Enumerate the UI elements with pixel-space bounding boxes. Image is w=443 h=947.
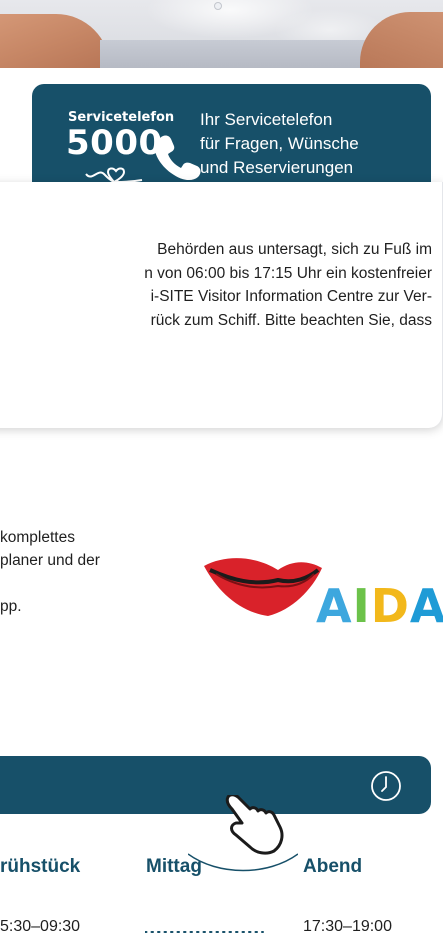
- info-line: n von 06:00 bis 17:15 Uhr ein kostenfrei…: [144, 264, 432, 282]
- hero-photo: [0, 0, 443, 68]
- app-line: komplettes: [0, 529, 75, 546]
- app-description: komplettes planer und der pp.: [0, 526, 170, 618]
- hand-pointer-icon: [225, 795, 284, 855]
- service-description: Ihr Servicetelefon für Fragen, Wünsche u…: [200, 108, 420, 180]
- aida-letter: A: [409, 579, 443, 633]
- heart-swirl-icon: [85, 167, 143, 184]
- service-line: Ihr Servicetelefon: [200, 110, 333, 129]
- header-lunch: Mittag: [146, 856, 202, 877]
- aida-letter: A: [316, 579, 353, 633]
- aida-letter: D: [370, 579, 410, 633]
- header-dinner: Abend: [303, 856, 363, 877]
- info-line: rück zum Schiff. Bitte beachten Sie, das…: [150, 311, 432, 329]
- opening-hours-bar[interactable]: [0, 756, 431, 814]
- service-line: für Fragen, Wünsche: [200, 134, 359, 153]
- value-breakfast: 5:30–09:30: [0, 918, 81, 935]
- value-dinner: 17:30–19:00: [303, 918, 392, 935]
- info-text: Behörden aus untersagt, sich zu Fuß im n…: [0, 238, 432, 332]
- info-line: Behörden aus untersagt, sich zu Fuß im: [157, 241, 432, 258]
- lunch-dotted-placeholder: [145, 931, 264, 933]
- clock-icon: [371, 771, 401, 801]
- app-line: planer und der: [0, 552, 100, 569]
- app-line: pp.: [0, 598, 22, 615]
- info-card: Behörden aus untersagt, sich zu Fuß im n…: [0, 182, 443, 428]
- phone-icon: [154, 135, 201, 181]
- header-breakfast: rühstück: [0, 856, 81, 877]
- service-line: und Reservierungen: [200, 158, 354, 177]
- app-line-empty: [0, 572, 170, 595]
- aida-wordmark: AIDA: [316, 578, 443, 634]
- aida-letter: I: [352, 579, 371, 633]
- hours-headers: rühstück Mittag Abend: [0, 856, 443, 882]
- info-line: i-SITE Visitor Information Centre zur Ve…: [150, 288, 432, 305]
- shirt-button: [214, 2, 222, 10]
